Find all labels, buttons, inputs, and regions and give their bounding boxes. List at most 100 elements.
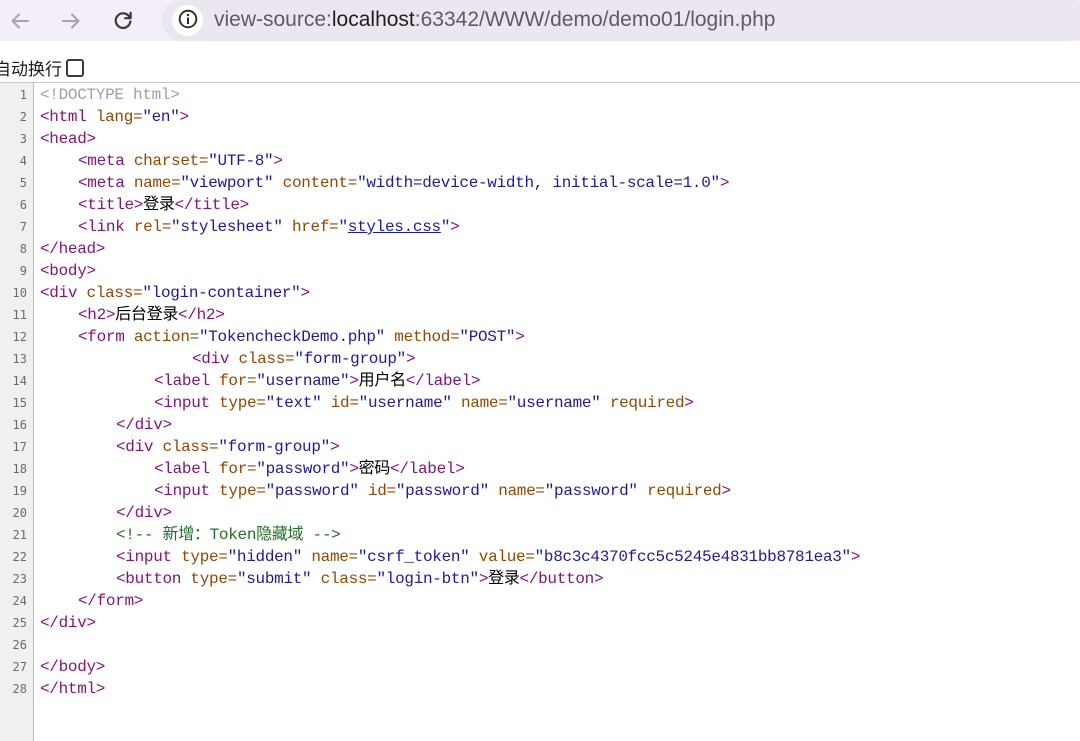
line-number: 10 [12,286,27,300]
url-host: localhost [331,8,415,31]
tag: <title> [78,196,144,214]
attr-value: "username" [507,394,601,412]
tag: > [405,350,416,368]
attr-value: "password" [265,482,359,500]
line-content: <button type="submit" class="login-btn">… [40,568,604,590]
attr-name: method= [384,328,460,346]
attr-name: required [637,482,722,500]
attr-name: content= [273,174,358,192]
attr-value: "TokencheckDemo.php" [198,328,385,346]
line-content: <div class="login-container"> [40,282,310,304]
attr-value: "username" [256,372,350,390]
attr-value: "submit" [236,570,312,588]
tag: </label> [390,460,465,478]
forward-button[interactable] [55,5,87,37]
attr-value: "password" [256,460,350,478]
attr-name: name= [124,174,181,192]
tag: <button [116,570,182,588]
attr-name: action= [124,328,199,346]
tag: > [300,284,310,302]
text-node: 密码 [358,460,391,478]
line-number: 14 [12,374,27,388]
attr-value: "en" [142,108,180,126]
attr-name: name= [488,482,545,500]
attr-value: "text" [265,394,322,412]
line-number: 21 [12,528,27,542]
arrow-left-icon [9,10,31,32]
tag: > [850,548,861,566]
tag: > [515,328,525,346]
line-number: 20 [12,506,27,520]
line-wrap-checkbox[interactable] [66,58,84,77]
stylesheet-link[interactable]: styles.css [348,218,441,236]
line-wrap-control[interactable]: 自动换行 [0,54,84,81]
info-icon [177,8,199,34]
line-content: </div> [40,502,172,524]
attr-name: href= [282,218,339,236]
line-number: 13 [12,352,27,366]
tag: > [349,372,359,390]
line-content: </head> [40,238,105,260]
tag: <body> [40,262,96,280]
line-number: 27 [12,660,27,674]
tag: <meta [78,174,125,192]
tag: > [684,394,694,412]
tag: <form [78,328,125,346]
attr-value: "UTF-8" [208,152,274,170]
attr-name: type= [181,570,237,588]
reload-button[interactable] [107,5,139,37]
attr-value: "stylesheet" [171,218,283,236]
line-number: 1 [19,88,27,102]
tag: <input [154,394,210,412]
line-number: 26 [12,638,27,652]
attr-value: " [440,218,451,236]
line-content: <!-- 新增：Token隐藏域 --> [40,524,341,546]
address-bar[interactable]: view-source:localhost:63342/WWW/demo/dem… [162,0,1080,41]
line-number: 11 [12,308,27,322]
divider [0,82,1080,83]
attr-value: "form-group" [294,350,406,368]
text-node: 后台登录 [115,306,179,324]
attr-value: "form-group" [218,438,330,456]
attr-name: type= [209,394,266,412]
line-number: 17 [12,440,27,454]
site-info-button[interactable] [172,5,203,36]
back-button[interactable] [4,5,36,37]
tag: > [273,152,283,170]
tag: <link [78,218,125,236]
line-content: <input type="password" id="password" nam… [40,480,731,502]
attr-value: "password" [544,482,638,500]
tag: </title> [174,196,250,214]
tag: </form> [78,592,144,610]
line-content: <label for="password">密码</label> [40,458,465,480]
tag: </div> [116,416,172,434]
reload-icon [112,10,134,32]
url-path: :63342/WWW/demo/demo01/login.php [414,8,776,31]
line-number: 7 [19,220,27,234]
text-node: 用户名 [358,372,406,390]
tag: > [179,108,190,126]
line-number: 22 [12,550,27,564]
line-number: 28 [12,682,27,696]
attr-name: charset= [124,152,209,170]
tag: <label [154,372,210,390]
line-content: <div class="form-group"> [40,436,340,458]
tag: > [329,438,340,456]
line-content: <h2>后台登录</h2> [40,304,225,326]
line-content: </div> [40,414,172,436]
attr-name: class= [77,284,143,302]
attr-value: "POST" [459,328,516,346]
arrow-right-icon [60,10,82,32]
attr-name: name= [302,548,358,566]
attr-name: lang= [86,108,143,126]
url-scheme: view-source: [214,8,332,31]
line-wrap-label: 自动换行 [0,60,62,80]
line-number: 6 [19,198,27,212]
tag: <head> [40,130,96,148]
line-content: <link rel="stylesheet" href="styles.css"… [40,216,460,238]
tag: <meta [78,152,125,170]
attr-value: "csrf_token" [357,548,470,566]
tag: <label [154,460,210,478]
html-comment: <!-- 新增：Token隐藏域 --> [116,526,341,544]
line-number: 5 [19,176,27,190]
